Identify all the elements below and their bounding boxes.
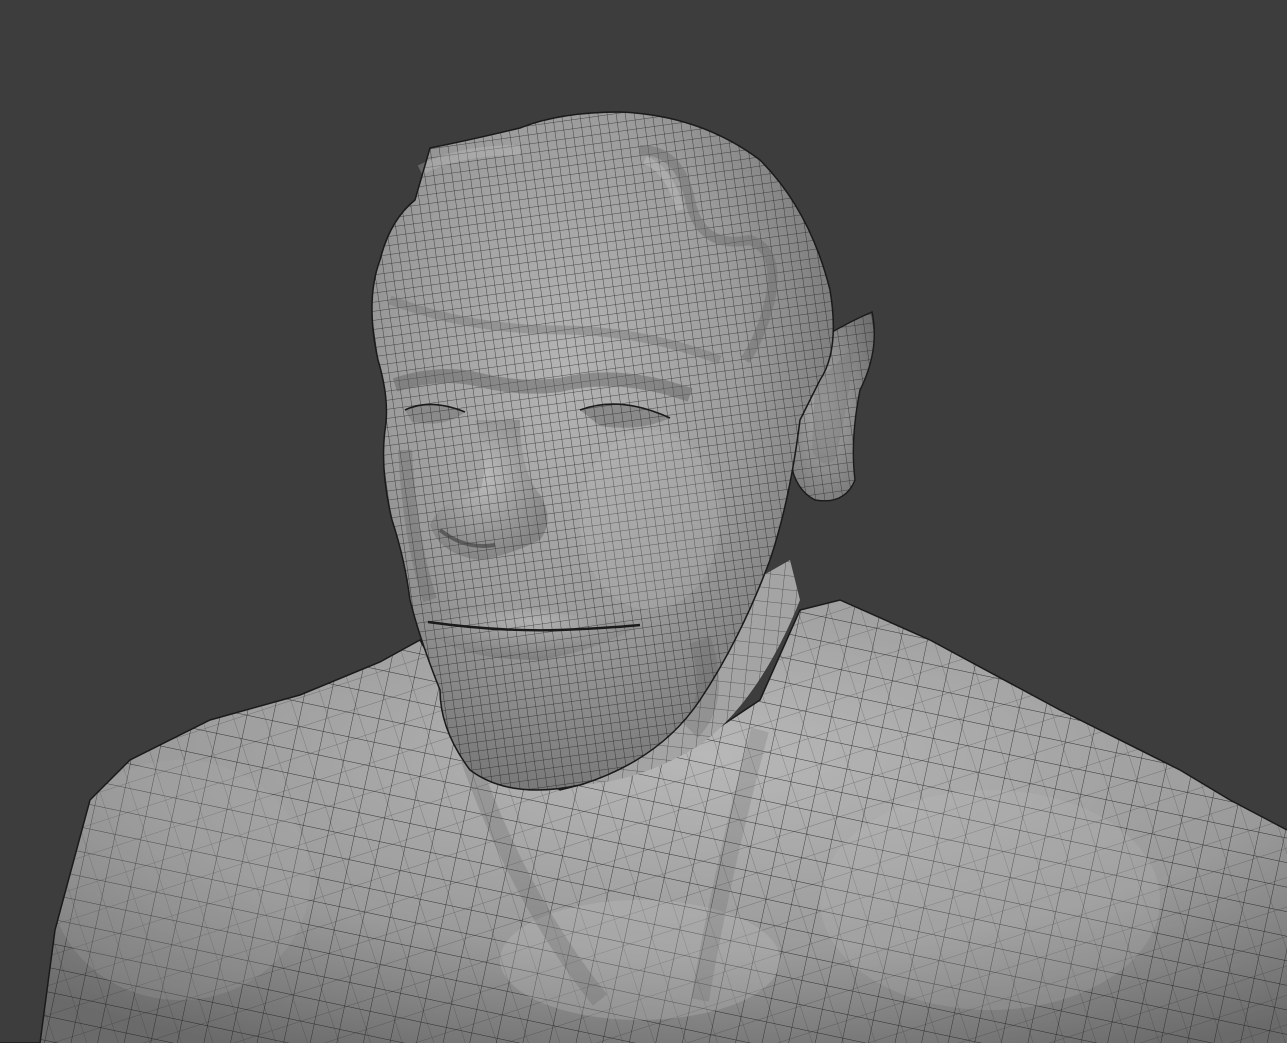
3d-viewport[interactable] — [0, 0, 1287, 1043]
ogre-bust-render — [0, 111, 1287, 1043]
head-mesh — [371, 111, 835, 791]
